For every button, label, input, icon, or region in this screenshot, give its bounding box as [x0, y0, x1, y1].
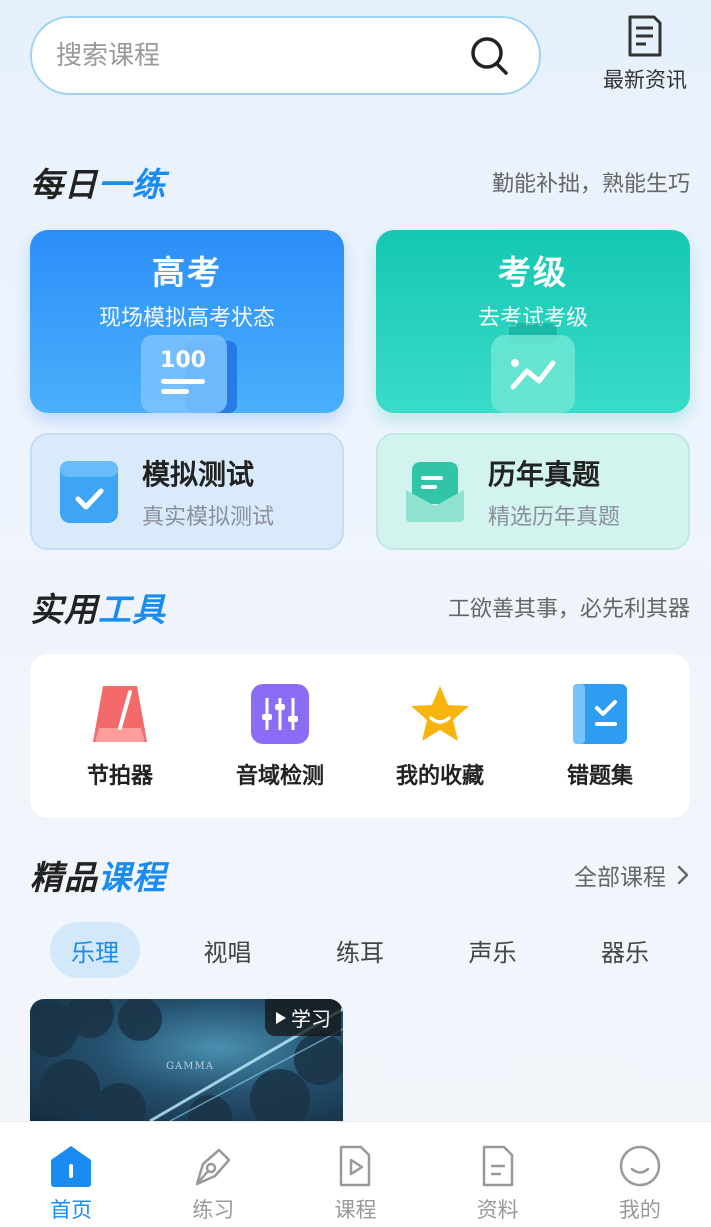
play-icon: [276, 1011, 286, 1024]
past-exams-title: 历年真题: [488, 457, 601, 491]
tool-mistakes[interactable]: 错题集: [525, 654, 675, 818]
star-icon: [411, 686, 469, 741]
nav-materials-label: 资料: [476, 1198, 519, 1222]
study-badge-label: 学习: [291, 1007, 331, 1031]
all-courses-link[interactable]: 全部课程: [574, 858, 690, 892]
kaoji-card[interactable]: 考级 去考试考级: [376, 230, 690, 413]
nav-courses-label: 课程: [334, 1198, 377, 1222]
svg-text:100: 100: [160, 348, 206, 373]
mock-test-subtitle: 真实模拟测试: [142, 504, 275, 530]
equalizer-icon: [251, 684, 309, 744]
nav-practice-label: 练习: [192, 1198, 235, 1222]
nav-profile[interactable]: 我的: [580, 1122, 700, 1227]
course-card[interactable]: GAMMA 学习: [30, 999, 343, 1121]
courses-header: 精品课程 全部课程: [30, 850, 690, 900]
nav-home-label: 首页: [50, 1198, 93, 1222]
nav-materials[interactable]: 资料: [438, 1122, 558, 1227]
nav-profile-label: 我的: [618, 1198, 661, 1222]
course-category-tabs: 乐理 视唱 练耳 声乐 器乐: [50, 922, 670, 978]
tab-ear-training[interactable]: 练耳: [315, 922, 405, 978]
gaokao-subtitle: 现场模拟高考状态: [98, 306, 275, 331]
bottom-nav: 首页 练习 课程 资料 我的: [0, 1121, 711, 1227]
tab-music-theory[interactable]: 乐理: [50, 922, 140, 978]
study-badge: 学习: [265, 999, 341, 1036]
score-sheet-icon: 100: [141, 335, 237, 413]
envelope-icon: [406, 461, 464, 522]
daily-practice-title: 每日一练: [30, 165, 166, 204]
tool-range-test[interactable]: 音域检测: [205, 654, 355, 818]
tab-vocal[interactable]: 声乐: [448, 922, 538, 978]
daily-practice-slogan: 勤能补拙，熟能生巧: [491, 172, 690, 197]
tab-instrumental[interactable]: 器乐: [580, 922, 670, 978]
past-exams-subtitle: 精选历年真题: [488, 504, 621, 530]
tool-favorites-label: 我的收藏: [395, 764, 484, 789]
tool-favorites[interactable]: 我的收藏: [365, 654, 515, 818]
play-doc-icon: [340, 1145, 371, 1187]
gaokao-card[interactable]: 高考 现场模拟高考状态 100: [30, 230, 344, 413]
nav-courses[interactable]: 课程: [295, 1122, 415, 1227]
trend-chart-icon: [491, 323, 575, 413]
search-icon[interactable]: [469, 35, 511, 77]
search-bar[interactable]: [30, 16, 541, 95]
news-icon: [628, 15, 662, 57]
mock-test-icon: [60, 460, 118, 523]
nav-home[interactable]: 首页: [11, 1122, 131, 1227]
notebook-icon: [573, 684, 627, 744]
cover-text: GAMMA: [166, 1061, 214, 1072]
tools-panel: 节拍器 音域检测 我的收藏 错题集: [30, 654, 690, 818]
metronome-icon: [93, 686, 147, 742]
all-courses-label: 全部课程: [574, 865, 666, 891]
home-icon: [51, 1146, 92, 1187]
document-icon: [482, 1145, 513, 1187]
pen-icon: [196, 1148, 231, 1186]
tools-header: 实用工具 工欲善其事，必先利其器: [30, 582, 690, 632]
mock-test-title: 模拟测试: [142, 457, 255, 491]
profile-icon: [619, 1145, 661, 1187]
tool-metronome[interactable]: 节拍器: [45, 654, 195, 818]
nav-practice[interactable]: 练习: [153, 1122, 273, 1227]
tool-metronome-label: 节拍器: [86, 764, 153, 789]
tools-title: 实用工具: [30, 590, 166, 629]
kaoji-title: 考级: [498, 253, 568, 292]
tool-range-test-label: 音域检测: [235, 764, 324, 789]
tab-sight-singing[interactable]: 视唱: [183, 922, 273, 978]
mock-test-card[interactable]: 模拟测试 真实模拟测试: [30, 433, 344, 550]
chevron-right-icon: [677, 865, 689, 885]
news-label: 最新资讯: [603, 68, 687, 92]
tool-mistakes-label: 错题集: [566, 764, 633, 789]
daily-practice-header: 每日一练 勤能补拙，熟能生巧: [30, 157, 690, 207]
news-button[interactable]: 最新资讯: [596, 14, 694, 96]
gaokao-title: 高考: [152, 253, 222, 292]
courses-title: 精品课程: [30, 858, 166, 897]
past-exams-card[interactable]: 历年真题 精选历年真题: [376, 433, 690, 550]
search-input[interactable]: [56, 40, 469, 71]
tools-slogan: 工欲善其事，必先利其器: [447, 597, 690, 622]
